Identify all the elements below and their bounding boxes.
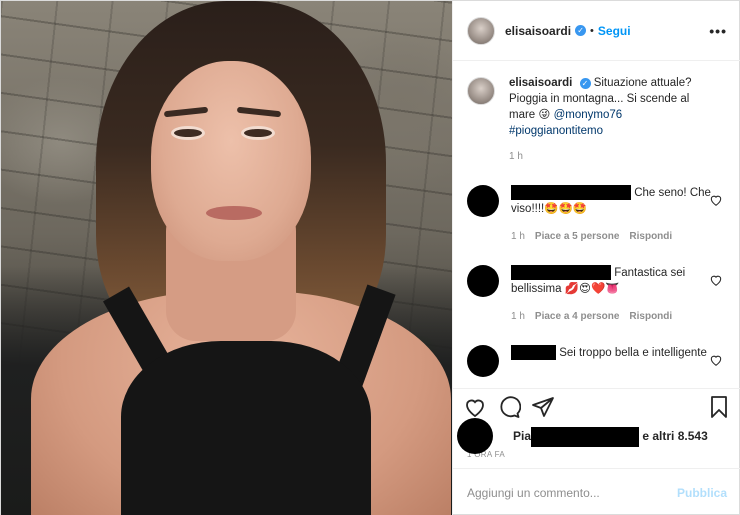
reply-button[interactable]: Rispondi [629,309,672,325]
add-comment-bar: Pubblica [453,468,740,515]
post-header: elisaisoardi ✓ • Segui ••• [453,1,740,61]
comment-body: Sei troppo bella e intelligente [511,345,711,377]
caption-avatar[interactable] [467,77,495,105]
comment-item: Fantastica sei bellissima 💋😍❤️👅 1 h Piac… [467,265,727,325]
reply-button[interactable]: Rispondi [629,229,672,245]
post-time-ago[interactable]: 1 ORA FA [453,450,740,468]
comment-icon[interactable] [497,395,521,419]
liker-avatar-redacted[interactable] [457,418,493,454]
heart-icon[interactable] [463,395,487,419]
likes-count[interactable]: e altri 8.543 [642,429,707,443]
more-icon[interactable]: ••• [709,23,727,39]
caption-hashtag[interactable]: #pioggianontitemo [509,125,603,137]
black-tank-top [121,341,371,515]
comment-avatar-redacted[interactable] [467,265,499,297]
comment-time[interactable]: 1 h [511,309,525,325]
share-icon[interactable] [531,395,555,419]
eye-right [241,126,275,140]
comment-likes[interactable]: Piace a 5 persone [535,229,620,245]
comment-meta: 1 h Piace a 4 persone Rispondi [511,309,711,325]
instagram-post: elisaisoardi ✓ • Segui ••• elisaisoardi … [0,0,740,515]
post-side-panel: elisaisoardi ✓ • Segui ••• elisaisoardi … [452,1,740,515]
comment-body: Fantastica sei bellissima 💋😍❤️👅 1 h Piac… [511,265,711,325]
comment-body: Che seno! Che viso!!!!🤩🤩🤩 1 h Piace a 5 … [511,185,711,245]
likes-summary[interactable]: Pia e altri 8.543 [513,427,708,447]
author-username[interactable]: elisaisoardi [505,24,571,38]
likes-prefix: Pia [513,429,532,444]
caption-username[interactable]: elisaisoardi [509,77,572,89]
heart-icon[interactable] [709,273,723,287]
comment-likes[interactable]: Piace a 4 persone [535,309,620,325]
publish-button[interactable]: Pubblica [677,486,727,500]
post-caption: elisaisoardi ✓ Situazione attuale? Piogg… [467,75,727,165]
heart-icon[interactable] [709,353,723,367]
comments-list[interactable]: elisaisoardi ✓ Situazione attuale? Piogg… [453,61,740,388]
redacted-liker [531,427,640,447]
bookmark-icon[interactable] [707,395,731,419]
header-separator: • [590,24,594,37]
comment-meta: 1 h Piace a 5 persone Rispondi [511,229,711,245]
eye-left [171,126,205,140]
post-actions-bar [453,388,740,424]
mouth [206,206,262,220]
comment-avatar-redacted[interactable] [467,345,499,377]
verified-icon: ✓ [575,25,587,36]
face-shape [151,61,311,261]
redacted-username [511,185,631,201]
comment-item: Che seno! Che viso!!!!🤩🤩🤩 1 h Piace a 5 … [467,185,727,245]
follow-button[interactable]: Segui [598,24,631,38]
heart-icon[interactable] [709,193,723,207]
add-comment-input[interactable] [467,485,677,500]
caption-mention[interactable]: @monymo76 [554,109,623,121]
verified-icon: ✓ [579,78,591,89]
caption-body: elisaisoardi ✓ Situazione attuale? Piogg… [509,75,714,165]
author-avatar[interactable] [467,16,495,45]
comment-text: Sei troppo bella e intelligente [559,347,707,359]
redacted-username [511,265,611,281]
comment-avatar-redacted[interactable] [467,185,499,217]
redacted-username [511,345,556,361]
likes-row: Pia e altri 8.543 [453,418,740,454]
comment-item: Sei troppo bella e intelligente [467,345,727,377]
post-photo[interactable] [1,1,452,515]
caption-time[interactable]: 1 h [509,149,714,165]
comment-time[interactable]: 1 h [511,229,525,245]
